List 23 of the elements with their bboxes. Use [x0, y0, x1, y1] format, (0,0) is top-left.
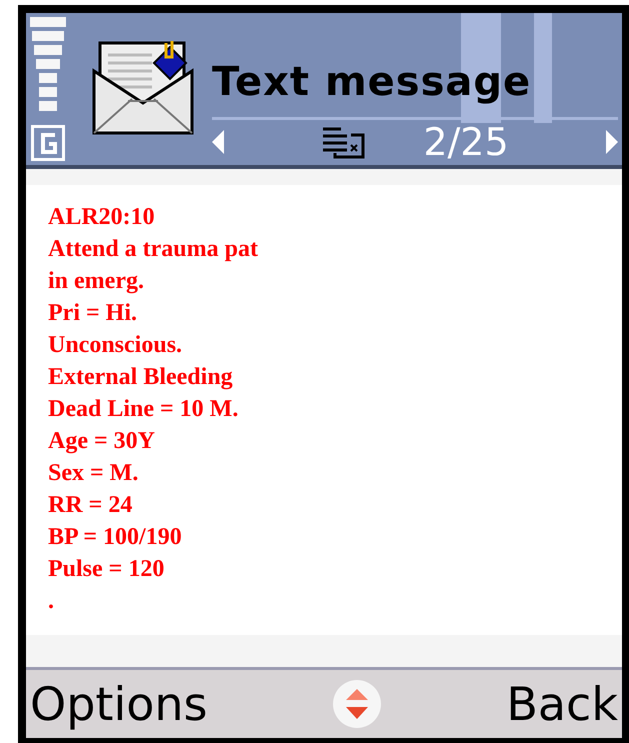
message-line: Pri = Hi.: [48, 299, 138, 328]
message-line: Attend a trauma pat: [48, 235, 259, 264]
back-softkey[interactable]: Back: [506, 677, 618, 731]
message-line: ALR20:10: [48, 203, 156, 232]
message-line: External Bleeding: [48, 363, 234, 392]
message-line: .: [48, 587, 55, 616]
message-line: Age = 30Y: [48, 427, 156, 456]
scroll-icon: [332, 679, 382, 729]
message-line: Dead Line = 10 M.: [48, 395, 240, 424]
message-counter: 2/25: [423, 120, 509, 164]
message-line: Unconscious.: [48, 331, 184, 360]
message-line: in emerg.: [48, 267, 145, 296]
message-line: Pulse = 120: [48, 555, 166, 584]
right-arrow-icon[interactable]: [606, 130, 618, 154]
left-arrow-icon[interactable]: [212, 130, 224, 154]
options-softkey[interactable]: Options: [30, 677, 208, 731]
message-line: RR = 24: [48, 491, 134, 520]
message-line: Sex = M.: [48, 459, 140, 488]
message-line: BP = 100/190: [48, 523, 183, 552]
window-title: Text message: [212, 59, 532, 107]
g-icon: [31, 125, 65, 161]
message-icon: [321, 125, 366, 159]
signal-icon: [30, 17, 66, 111]
